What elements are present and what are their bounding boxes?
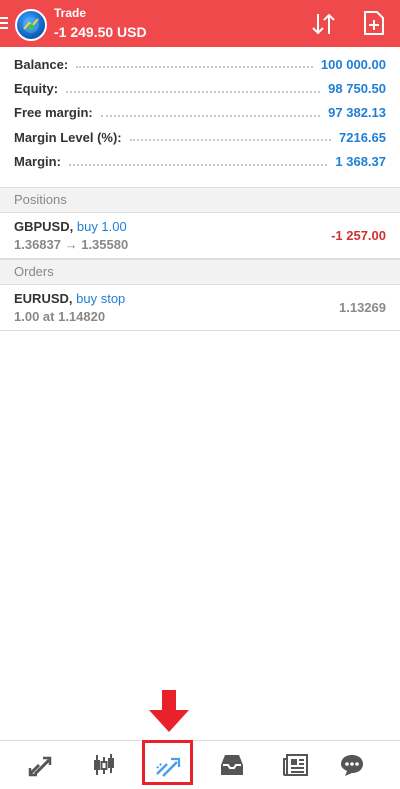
account-summary: Balance: 100 000.00 Equity: 98 750.50 Fr…: [0, 52, 400, 174]
menu-icon[interactable]: [0, 14, 10, 32]
position-symbol: GBPUSD, buy 1.00: [14, 219, 127, 234]
summary-label: Margin:: [14, 154, 61, 170]
chat-icon: [341, 755, 363, 776]
app-header: Trade -1 249.50 USD: [0, 0, 400, 47]
position-row[interactable]: GBPUSD, buy 1.00 1.36837 → 1.35580 -1 25…: [0, 213, 400, 259]
orders-section-header: Orders: [0, 259, 400, 285]
order-symbol: EURUSD, buy stop: [14, 291, 125, 306]
summary-label: Margin Level (%):: [14, 129, 122, 145]
nav-quotes[interactable]: [15, 741, 65, 789]
app-logo: [15, 9, 47, 41]
nav-news[interactable]: [271, 741, 321, 789]
nav-chart[interactable]: [79, 741, 129, 789]
dot-leader: [129, 139, 331, 142]
positions-section-header: Positions: [0, 187, 400, 213]
symbol-name: GBPUSD,: [14, 219, 74, 234]
page-title: Trade: [54, 6, 87, 20]
sort-icon[interactable]: [311, 11, 337, 37]
summary-row-free-margin: Free margin: 97 382.13: [0, 101, 400, 125]
order-row[interactable]: EURUSD, buy stop 1.00 at 1.14820 1.13269: [0, 285, 400, 331]
summary-value: 1 368.37: [335, 154, 386, 170]
candlestick-chart-icon: [94, 754, 114, 775]
dot-leader: [68, 163, 328, 166]
trade-side: buy 1.00: [76, 219, 127, 234]
summary-value: 98 750.50: [328, 81, 386, 97]
price-range: 1.36837 → 1.35580: [14, 237, 129, 252]
news-icon: [283, 754, 308, 776]
summary-label: Free margin:: [14, 105, 93, 121]
nav-inbox[interactable]: [207, 741, 257, 789]
inbox-icon: [221, 755, 243, 775]
summary-value: 100 000.00: [320, 56, 386, 72]
profit-total: -1 249.50 USD: [54, 24, 147, 40]
summary-row-margin: Margin: 1 368.37: [0, 150, 400, 174]
annotation-arrow-icon: [149, 690, 189, 732]
order-volume-price: 1.00 at 1.14820: [14, 309, 106, 324]
summary-label: Equity:: [14, 81, 59, 97]
new-order-icon[interactable]: [363, 10, 385, 36]
summary-row-balance: Balance: 100 000.00: [0, 52, 400, 76]
symbol-name: EURUSD,: [14, 291, 73, 306]
bottom-navigation: [0, 740, 400, 789]
order-type: buy stop: [76, 291, 126, 306]
quotes-icon: [28, 756, 52, 777]
order-current-price: 1.13269: [339, 300, 386, 315]
annotation-highlight-box: [142, 740, 193, 785]
dot-leader: [100, 114, 321, 117]
summary-row-equity: Equity: 98 750.50: [0, 76, 400, 100]
summary-value: 97 382.13: [328, 105, 386, 121]
position-profit: -1 257.00: [331, 228, 386, 243]
summary-row-margin-level: Margin Level (%): 7216.65: [0, 125, 400, 149]
summary-value: 7216.65: [339, 129, 386, 145]
nav-chat[interactable]: [327, 741, 377, 789]
dot-leader: [76, 66, 313, 69]
summary-label: Balance:: [14, 56, 69, 72]
dot-leader: [66, 90, 321, 93]
